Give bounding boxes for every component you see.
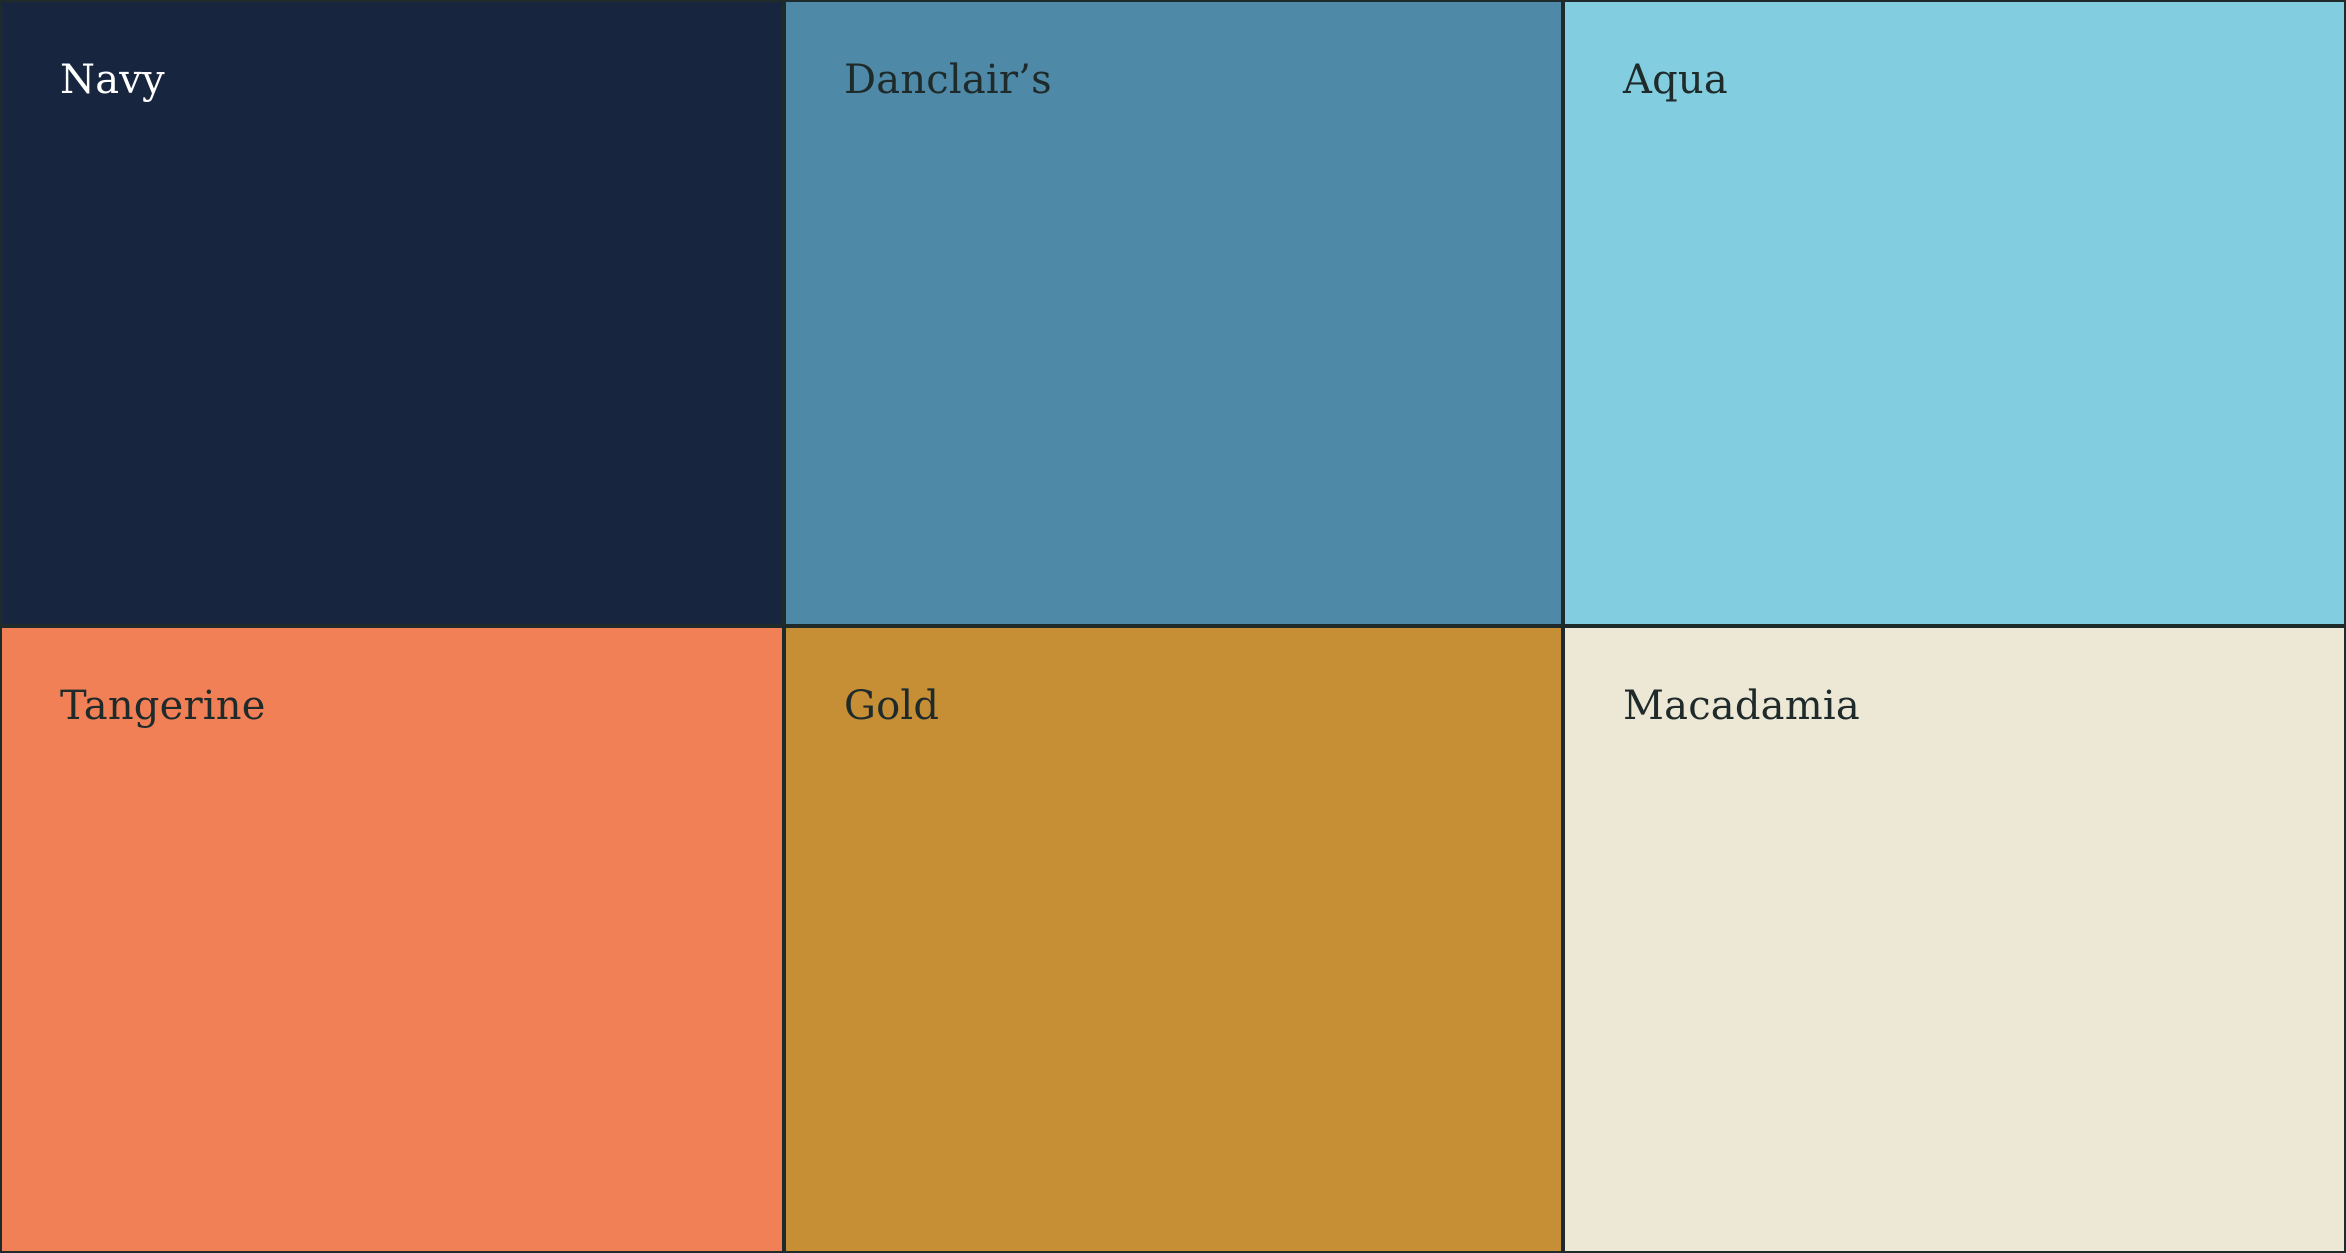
swatch-navy: Navy <box>0 0 784 626</box>
swatch-label-macadamia: Macadamia <box>1623 683 1860 729</box>
swatch-tangerine: Tangerine <box>0 626 784 1253</box>
swatch-label-gold: Gold <box>844 683 940 729</box>
swatch-gold: Gold <box>784 626 1563 1253</box>
swatch-danclairs: Danclair’s <box>784 0 1563 626</box>
swatch-macadamia: Macadamia <box>1563 626 2346 1253</box>
swatch-aqua: Aqua <box>1563 0 2346 626</box>
swatch-label-aqua: Aqua <box>1623 57 1728 103</box>
swatch-label-danclairs: Danclair’s <box>844 57 1052 103</box>
swatch-label-navy: Navy <box>60 57 165 103</box>
swatch-label-tangerine: Tangerine <box>60 683 266 729</box>
color-palette: Navy Danclair’s Aqua Tangerine Gold Maca… <box>0 0 2346 1253</box>
